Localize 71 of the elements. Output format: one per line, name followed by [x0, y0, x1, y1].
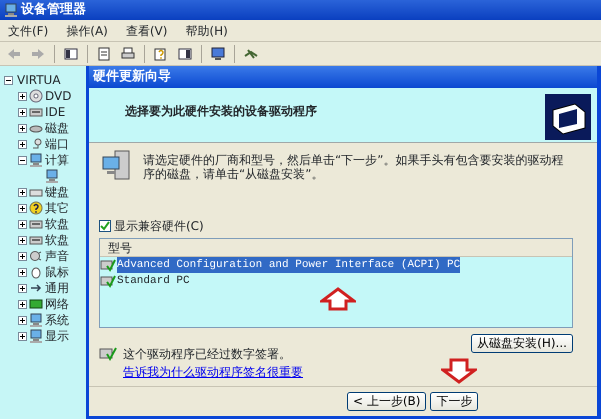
- list-item[interactable]: Advanced Configuration and Power Interface (ACPI) PC: [117, 256, 460, 274]
- expand-icon[interactable]: [18, 108, 27, 116]
- expand-icon[interactable]: [18, 204, 27, 212]
- disc-icon: [29, 89, 43, 103]
- tree-item[interactable]: 端口: [45, 135, 69, 153]
- tree-item[interactable]: VIRTUA: [17, 71, 61, 89]
- checkbox[interactable]: [99, 220, 111, 232]
- wizard-button[interactable]: < 上一步(B): [347, 392, 426, 411]
- menu-item[interactable]: 操作(A): [66, 22, 108, 40]
- expand-icon[interactable]: [18, 140, 27, 148]
- mouse-icon: [29, 265, 43, 279]
- computer-icon: [29, 313, 43, 327]
- window-title: 设备管理器: [21, 1, 86, 20]
- tree-item[interactable]: 磁盘: [45, 119, 69, 137]
- expand-icon[interactable]: [18, 316, 27, 324]
- tree-item[interactable]: IDE: [45, 103, 66, 121]
- tree-item[interactable]: 软盘: [45, 231, 69, 249]
- speaker-icon: [29, 249, 43, 263]
- computer-icon: [45, 169, 59, 183]
- print-icon[interactable]: [120, 46, 136, 62]
- tree-item[interactable]: 通用: [45, 279, 69, 297]
- tree-item[interactable]: 显示: [45, 327, 69, 345]
- computer-icon: [4, 3, 18, 17]
- expand-icon[interactable]: [18, 124, 27, 132]
- tree-item[interactable]: 软盘: [45, 215, 69, 233]
- signed-driver-icon: [100, 258, 116, 272]
- properties-icon[interactable]: [96, 46, 112, 62]
- wizard-button[interactable]: 下一步: [430, 392, 478, 411]
- tree-item[interactable]: DVD: [45, 87, 72, 105]
- hardware-box-icon: [545, 94, 591, 140]
- question-icon: [29, 201, 43, 215]
- annotation-arrow-icon: [441, 358, 477, 384]
- checkbox-label[interactable]: 显示兼容硬件(C): [114, 217, 204, 235]
- expand-icon[interactable]: [18, 332, 27, 340]
- tree-item[interactable]: 计算: [45, 151, 69, 169]
- computer-icon: [29, 329, 43, 343]
- expand-icon[interactable]: [18, 252, 27, 260]
- menu-item[interactable]: 帮助(H): [185, 22, 228, 40]
- expand-icon[interactable]: [18, 92, 27, 100]
- panel-icon[interactable]: [63, 46, 79, 62]
- tree-item[interactable]: 其它: [45, 199, 69, 217]
- panel-icon[interactable]: [177, 46, 193, 62]
- tree-item[interactable]: 鼠标: [45, 263, 69, 281]
- expand-icon[interactable]: [18, 188, 27, 196]
- column-header: 型号: [100, 239, 572, 257]
- tree-item[interactable]: 键盘: [45, 183, 69, 201]
- expand-icon[interactable]: [18, 220, 27, 228]
- expand-icon[interactable]: [18, 236, 27, 244]
- signed-driver-icon: [99, 345, 117, 361]
- annotation-arrow-icon: [320, 287, 356, 311]
- network-card-icon: [29, 297, 43, 311]
- tree-item[interactable]: 系统: [45, 311, 69, 329]
- expand-icon[interactable]: [18, 300, 27, 308]
- monitor-icon[interactable]: [210, 46, 226, 62]
- have-disk-button[interactable]: 从磁盘安装(H)...: [471, 334, 573, 353]
- list-item[interactable]: Standard PC: [117, 272, 190, 290]
- dialog-title: 硬件更新向导: [93, 68, 171, 86]
- expand-icon[interactable]: [18, 268, 27, 276]
- tree-item[interactable]: 声音: [45, 247, 69, 265]
- signed-driver-icon: [100, 274, 116, 288]
- computer-icon: [29, 153, 43, 167]
- menu-item[interactable]: 查看(V): [126, 22, 168, 40]
- dialog-heading: 选择要为此硬件安装的设备驱动程序: [125, 103, 317, 120]
- signature-status: 这个驱动程序已经过数字签署。: [123, 346, 292, 363]
- expand-icon[interactable]: [18, 284, 27, 292]
- collapse-icon[interactable]: [4, 76, 13, 84]
- menu-item[interactable]: 文件(F): [8, 22, 48, 40]
- signing-info-link[interactable]: 告诉我为什么驱动程序签名很重要: [123, 363, 303, 381]
- tree-item[interactable]: 网络: [45, 295, 69, 313]
- collapse-icon[interactable]: [18, 156, 27, 164]
- instruction-text: 请选定硬件的厂商和型号，然后单击“下一步”。如果手头有包含要安装的驱动程序的磁盘，请单击“从磁盘安装”。: [143, 152, 564, 181]
